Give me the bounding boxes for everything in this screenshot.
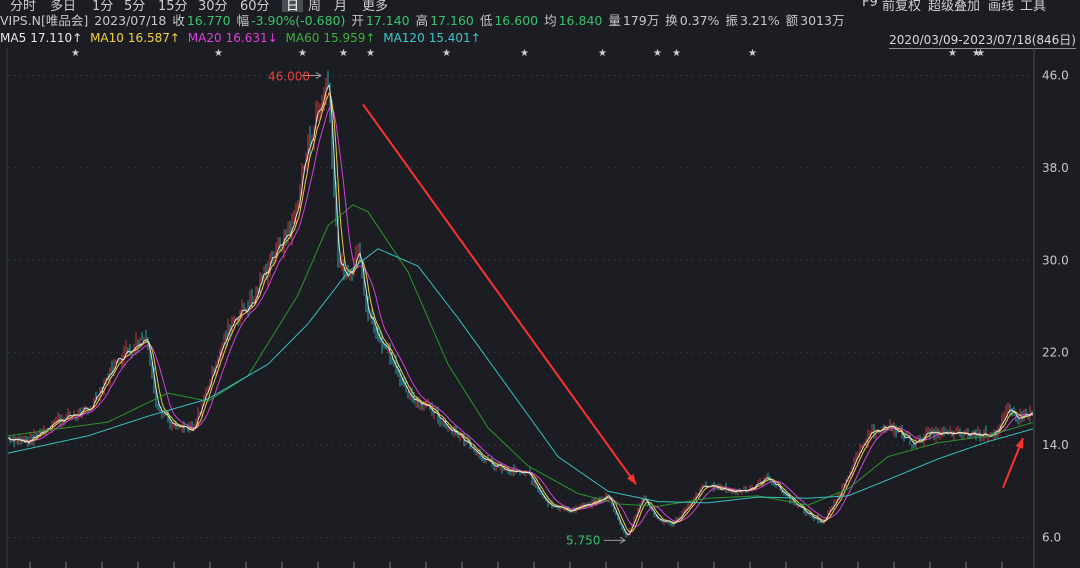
event-star-icon: ★ (366, 48, 375, 59)
ma60-line (7, 204, 1034, 507)
event-star-icon: ★ (672, 48, 681, 59)
y-tick-label: 46.0 (1042, 69, 1069, 83)
event-star-icon: ★ (71, 48, 80, 59)
event-star-icon: ★ (748, 48, 757, 59)
y-tick-label: 22.0 (1042, 346, 1069, 360)
y-tick-label: 6.0 (1042, 530, 1061, 544)
trend-arrow-head (1015, 438, 1023, 449)
event-star-icon: ★ (598, 48, 607, 59)
y-tick-label: 38.0 (1042, 161, 1069, 175)
event-star-icon: ★ (339, 48, 348, 59)
y-tick-label: 30.0 (1042, 253, 1069, 267)
ma5-line (7, 84, 1034, 536)
trend-arrow-line (362, 103, 637, 485)
event-star-icon: ★ (520, 48, 529, 59)
event-star-icon: ★ (976, 48, 985, 59)
event-star-icon: ★ (298, 48, 307, 59)
low-label: 5.750 (566, 533, 600, 547)
event-star-icon: ★ (214, 48, 223, 59)
price-chart[interactable]: 46.038.030.022.014.06.0★ ★ ★ ★ ★ ★ ★ ★ ★ ★ ★ ★ ★★46.… (0, 0, 1080, 568)
high-label: 46.000 (268, 70, 310, 84)
ma10-line (7, 92, 1033, 533)
y-tick-label: 14.0 (1042, 438, 1069, 452)
event-star-icon: ★ (442, 48, 451, 59)
trend-arrow-head (626, 473, 636, 485)
event-star-icon: ★ (948, 48, 957, 59)
event-star-icon: ★ (653, 48, 662, 59)
